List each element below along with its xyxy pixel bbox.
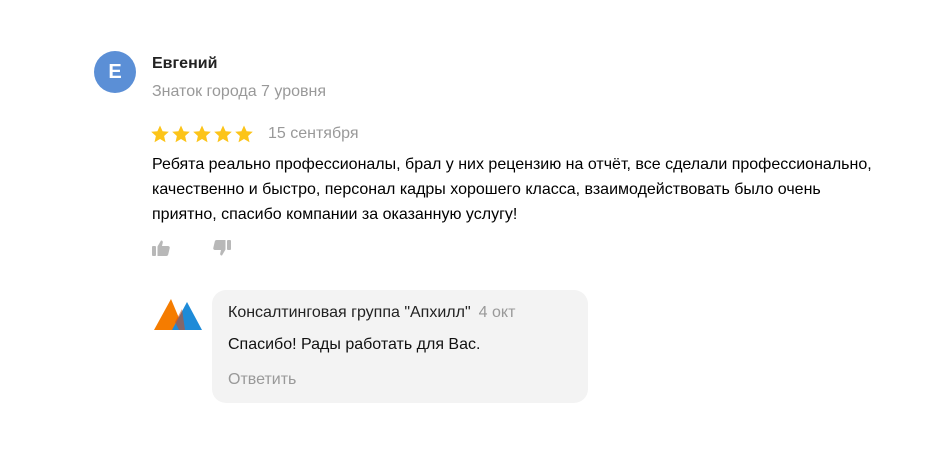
- star-icon: [235, 125, 253, 143]
- apkhill-logo-icon: [154, 299, 202, 330]
- reply-date: 4 окт: [478, 304, 516, 321]
- review-text: Ребята реально профессионалы, брал у них…: [152, 156, 872, 223]
- thumbs-down-icon: [213, 240, 231, 256]
- star-icon: [172, 125, 190, 143]
- author-name[interactable]: Евгений: [152, 55, 217, 73]
- reply-header: Консалтинговая группа "Апхилл" 4 окт: [228, 304, 515, 322]
- star-icon: [214, 125, 232, 143]
- review-rating: 15 сентября: [150, 122, 359, 146]
- organization-reply: Консалтинговая группа "Апхилл" 4 окт Спас…: [212, 290, 588, 403]
- reply-org-name[interactable]: Консалтинговая группа "Апхилл": [228, 304, 471, 321]
- author-level: Знаток города 7 уровня: [152, 83, 327, 100]
- review-date: 15 сентября: [268, 125, 359, 142]
- organization-logo: [152, 296, 204, 332]
- rating-stars: [150, 124, 255, 144]
- dislike-button[interactable]: [211, 237, 233, 259]
- author-initial: Е: [108, 60, 122, 83]
- star-icon: [151, 125, 169, 143]
- thumbs-up-icon: [152, 240, 170, 256]
- author-avatar[interactable]: Е: [94, 51, 136, 93]
- like-button[interactable]: [150, 237, 172, 259]
- star-icon: [193, 125, 211, 143]
- reply-button[interactable]: Ответить: [228, 371, 296, 389]
- reply-text: Спасибо! Рады работать для Вас.: [228, 336, 481, 353]
